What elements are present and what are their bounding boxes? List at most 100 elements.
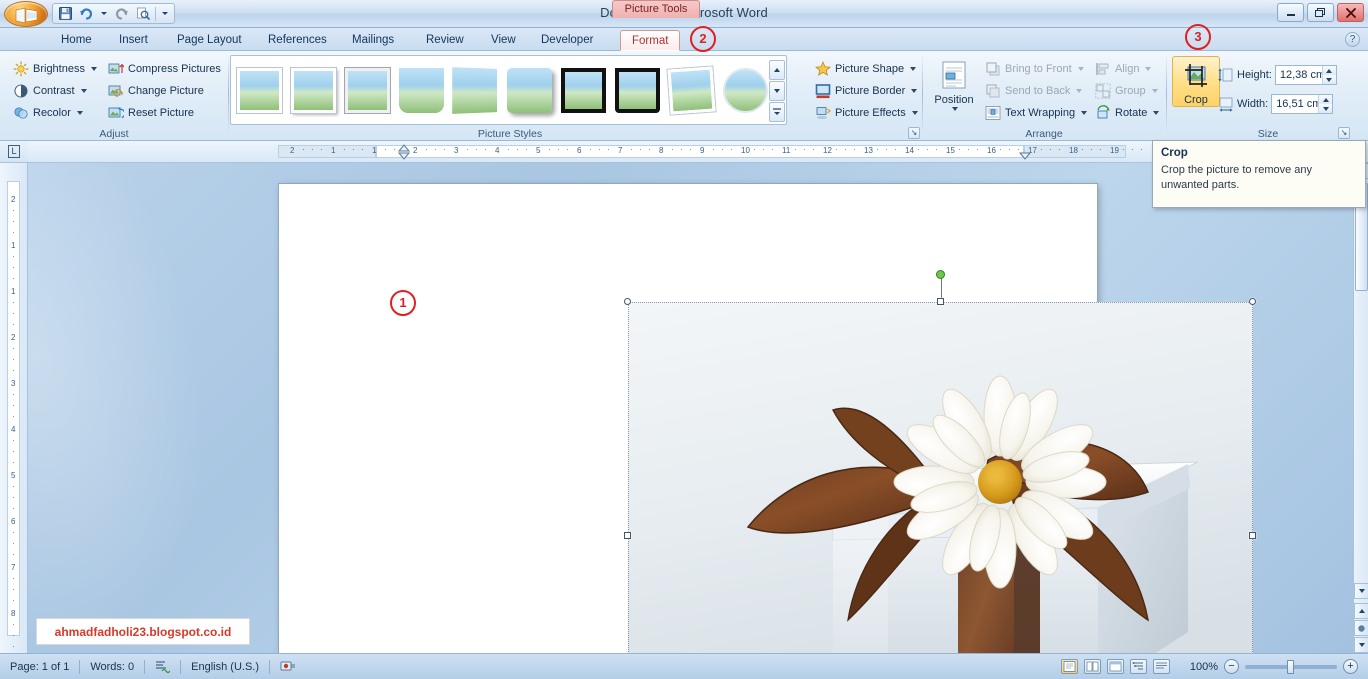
align-dropdown-icon[interactable] [1145,66,1152,71]
print-layout-view-button[interactable] [1060,659,1078,674]
width-spinner-up[interactable] [1319,95,1333,104]
tab-home[interactable]: Home [50,30,103,51]
resize-handle-middle-left[interactable] [624,532,631,539]
vertical-scrollbar[interactable] [1353,163,1368,653]
outline-view-button[interactable] [1129,659,1147,674]
crop-button[interactable]: Crop [1172,56,1220,107]
picture-style-thumbnail[interactable] [399,67,444,113]
picture-style-thumbnail[interactable] [452,66,498,114]
picture-shape-dropdown-icon[interactable] [910,66,917,71]
selected-picture-container[interactable] [624,270,1256,653]
scroll-down-button[interactable] [1354,583,1368,599]
width-spinner-down[interactable] [1319,104,1333,113]
first-line-indent-marker[interactable] [398,144,410,152]
zoom-slider[interactable] [1245,659,1337,674]
brightness-button[interactable]: Brightness [8,58,102,79]
recolor-dropdown-icon[interactable] [76,110,83,115]
zoom-out-button[interactable]: − [1224,659,1239,674]
picture-style-thumbnail[interactable] [237,67,282,113]
rotate-dropdown-icon[interactable] [1153,110,1160,115]
tab-developer[interactable]: Developer [530,30,604,51]
height-input[interactable]: 12,38 cm [1274,65,1337,85]
close-button[interactable] [1337,3,1364,22]
brightness-dropdown-icon[interactable] [90,66,97,71]
picture-styles-dialog-launcher[interactable]: ↘ [908,127,920,139]
web-layout-view-button[interactable] [1106,659,1124,674]
zoom-in-button[interactable]: + [1343,659,1358,674]
gallery-more-button[interactable] [769,102,785,122]
picture-styles-gallery[interactable] [230,55,787,125]
picture-effects-button[interactable]: Picture Effects [810,102,923,123]
gallery-scroll-down-button[interactable] [769,81,785,101]
width-input[interactable]: 16,51 cm [1271,94,1334,114]
picture-shape-button[interactable]: Picture Shape [810,58,921,79]
send-to-back-dropdown-icon[interactable] [1076,88,1083,93]
send-to-back-button[interactable]: Send to Back [980,80,1087,101]
picture-border-button[interactable]: Picture Border [810,80,922,101]
draft-view-button[interactable] [1152,659,1170,674]
picture-style-thumbnail[interactable] [667,65,716,115]
resize-handle-top-right[interactable] [1249,298,1256,305]
minimize-button[interactable] [1277,3,1304,22]
picture-effects-dropdown-icon[interactable] [911,110,918,115]
resize-handle-middle-right[interactable] [1249,532,1256,539]
gallery-scroll-buttons[interactable] [769,60,785,122]
help-icon[interactable]: ? [1345,32,1360,47]
tab-page-layout[interactable]: Page Layout [166,30,253,51]
tab-format[interactable]: Format [620,30,681,51]
reset-picture-button[interactable]: Reset Picture [103,102,199,123]
resize-handle-top-center[interactable] [937,298,944,305]
tab-insert[interactable]: Insert [108,30,159,51]
group-dropdown-icon[interactable] [1151,88,1158,93]
rotate-button[interactable]: Rotate [1090,102,1164,123]
record-macro-icon[interactable] [270,660,306,673]
document-page[interactable] [279,184,1256,653]
text-wrapping-dropdown-icon[interactable] [1081,110,1088,115]
picture-style-thumbnail[interactable] [561,67,606,113]
page-indicator[interactable]: Page: 1 of 1 [0,661,79,673]
vertical-ruler[interactable]: 2 · · · 1 · · · 1 · · · 2 · · · 3 · · · 4 · · · 5 · · · 6 · · · 7 · · · 8 · · ·… [0,163,28,679]
picture-style-thumbnail[interactable] [507,67,552,113]
zoom-slider-knob[interactable] [1287,659,1294,674]
full-screen-reading-view-button[interactable] [1083,659,1101,674]
bring-to-front-button[interactable]: Bring to Front [980,58,1089,79]
height-spinner-down[interactable] [1322,75,1336,84]
picture-style-thumbnail[interactable] [723,67,768,113]
word-count[interactable]: Words: 0 [80,661,144,673]
tab-view[interactable]: View [480,30,527,51]
tab-selector-button[interactable]: L [0,141,28,163]
document-workspace[interactable] [28,163,1353,653]
language-indicator[interactable]: English (U.S.) [181,661,269,673]
tab-references[interactable]: References [257,30,338,51]
next-page-button[interactable] [1354,637,1368,653]
position-dropdown-icon[interactable] [952,107,958,111]
previous-page-button[interactable] [1354,603,1368,619]
text-wrapping-button[interactable]: Text Wrapping [980,102,1092,123]
picture-style-thumbnail[interactable] [615,67,660,113]
tab-mailings[interactable]: Mailings [341,30,405,51]
zoom-level[interactable]: 100% [1190,661,1218,673]
rotate-handle[interactable] [936,270,945,279]
change-picture-button[interactable]: Change Picture [103,80,209,101]
contrast-dropdown-icon[interactable] [80,88,87,93]
picture-style-thumbnail[interactable] [345,67,390,113]
height-spinner[interactable] [1321,66,1336,84]
group-button[interactable]: Group [1090,80,1163,101]
contrast-button[interactable]: Contrast [8,80,92,101]
hanging-indent-marker[interactable] [398,152,410,160]
recolor-button[interactable]: Recolor [8,102,88,123]
align-button[interactable]: Align [1090,58,1156,79]
picture-border-dropdown-icon[interactable] [911,88,918,93]
right-indent-marker[interactable] [1019,152,1031,160]
proofing-errors-icon[interactable] [145,660,180,673]
restore-button[interactable] [1307,3,1334,22]
compress-pictures-button[interactable]: Compress Pictures [103,58,226,79]
tab-review[interactable]: Review [415,30,475,51]
picture-style-thumbnail[interactable] [291,67,336,113]
bring-to-front-dropdown-icon[interactable] [1077,66,1084,71]
position-button[interactable]: Position [930,56,978,112]
select-browse-object-button[interactable] [1354,620,1368,636]
gallery-scroll-up-button[interactable] [769,60,785,80]
height-spinner-up[interactable] [1322,66,1336,75]
resize-handle-top-left[interactable] [624,298,631,305]
